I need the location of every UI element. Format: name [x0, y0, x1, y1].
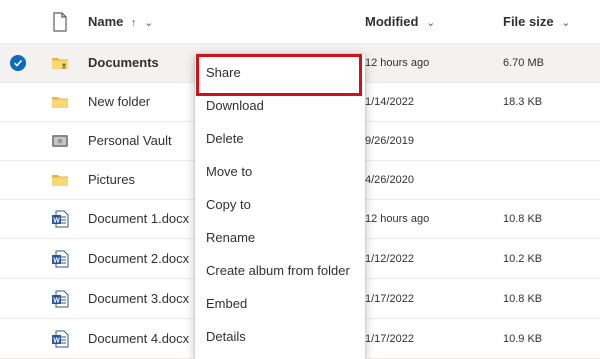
chevron-down-icon: ⌄: [144, 17, 154, 29]
menu-item-embed[interactable]: Embed: [195, 289, 365, 319]
svg-text:W: W: [53, 297, 60, 304]
column-header-row: Name ↑ ⌄ Modified ⌄ File size ⌄: [0, 0, 600, 44]
modified-date: 4/26/2020: [365, 174, 414, 186]
shared-folder-icon: [52, 58, 68, 69]
modified-date: 1/17/2022: [365, 333, 414, 345]
file-name[interactable]: New folder: [88, 94, 150, 110]
file-size: 10.8 KB: [503, 293, 543, 305]
context-menu: Share Download Delete Move to Copy to Re…: [195, 54, 365, 359]
file-type-icon[interactable]: [52, 12, 68, 32]
modified-column-header[interactable]: Modified ⌄: [365, 14, 435, 31]
modified-column-label: Modified: [365, 14, 419, 29]
file-name[interactable]: Document 2.docx: [88, 251, 189, 267]
menu-item-copy-to[interactable]: Copy to: [195, 190, 365, 220]
file-name[interactable]: Personal Vault: [88, 133, 172, 149]
modified-date: 1/14/2022: [365, 96, 414, 108]
file-name[interactable]: Document 4.docx: [88, 331, 189, 347]
modified-date: 1/12/2022: [365, 253, 414, 265]
file-name[interactable]: Document 1.docx: [88, 211, 189, 227]
menu-item-move-to[interactable]: Move to: [195, 157, 365, 187]
file-size: 10.9 KB: [503, 333, 543, 345]
menu-item-rename[interactable]: Rename: [195, 223, 365, 253]
size-column-label: File size: [503, 14, 554, 29]
vault-icon: [52, 135, 68, 147]
chevron-down-icon: ⌄: [561, 17, 571, 29]
folder-icon: [52, 97, 68, 108]
menu-item-share[interactable]: Share: [195, 58, 365, 88]
menu-item-delete[interactable]: Delete: [195, 124, 365, 154]
svg-text:W: W: [53, 337, 60, 344]
word-doc-icon: W: [52, 210, 69, 228]
folder-icon: [52, 175, 68, 186]
svg-text:W: W: [53, 217, 60, 224]
svg-text:W: W: [53, 257, 60, 264]
chevron-down-icon: ⌄: [426, 17, 436, 29]
modified-date: 12 hours ago: [365, 57, 430, 69]
modified-date: 1/17/2022: [365, 293, 414, 305]
name-column-header[interactable]: Name ↑ ⌄: [88, 14, 153, 31]
file-size: 18.3 KB: [503, 96, 543, 108]
file-name[interactable]: Pictures: [88, 172, 135, 188]
word-doc-icon: W: [52, 290, 69, 308]
name-column-label: Name: [88, 14, 124, 29]
file-name[interactable]: Documents: [88, 55, 159, 71]
file-size: 10.2 KB: [503, 253, 543, 265]
modified-date: 12 hours ago: [365, 213, 430, 225]
file-size: 6.70 MB: [503, 57, 544, 69]
menu-item-download[interactable]: Download: [195, 91, 365, 121]
sort-arrow-up-icon: ↑: [131, 17, 137, 29]
menu-item-details[interactable]: Details: [195, 322, 365, 352]
size-column-header[interactable]: File size ⌄: [503, 14, 570, 31]
menu-item-create-album[interactable]: Create album from folder: [195, 256, 365, 286]
checkmark-icon[interactable]: [10, 55, 26, 71]
file-size: 10.8 KB: [503, 213, 543, 225]
modified-date: 9/26/2019: [365, 135, 414, 147]
word-doc-icon: W: [52, 250, 69, 268]
file-name[interactable]: Document 3.docx: [88, 291, 189, 307]
word-doc-icon: W: [52, 330, 69, 348]
